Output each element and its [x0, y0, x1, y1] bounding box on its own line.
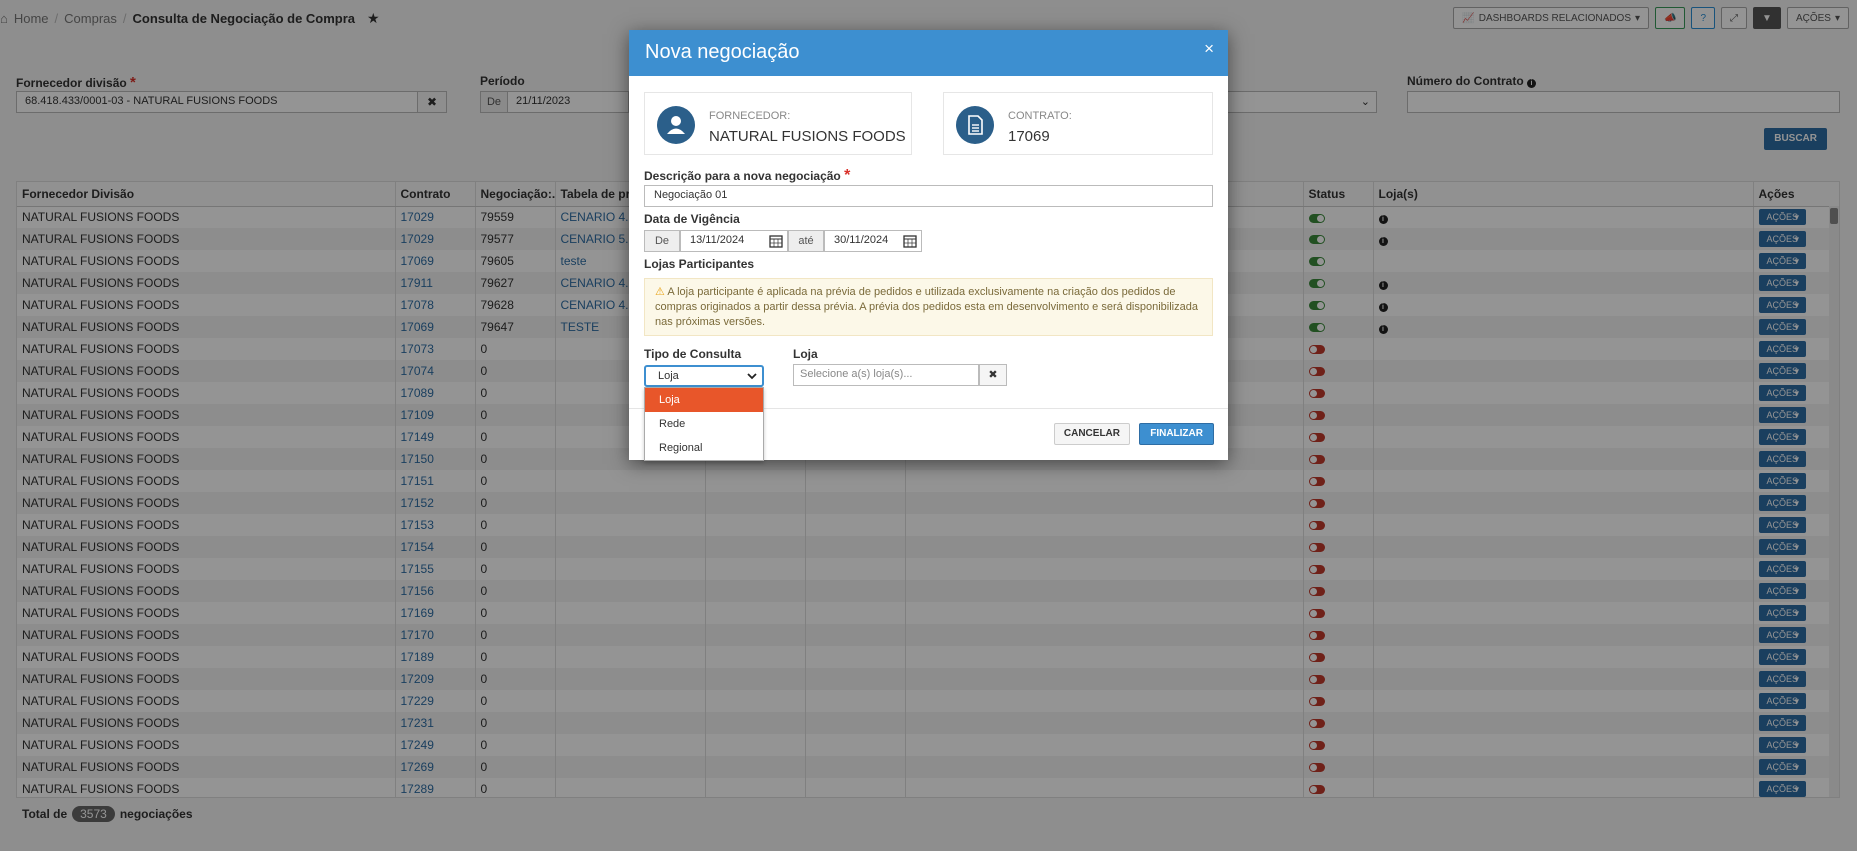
close-icon[interactable]: ×: [1204, 39, 1214, 59]
finalizar-button[interactable]: FINALIZAR: [1139, 423, 1214, 445]
fornecedor-card-value: NATURAL FUSIONS FOODS: [709, 128, 906, 145]
tipo-consulta-dropdown: Loja Rede Regional: [644, 387, 764, 461]
alert-text: A loja participante é aplicada na prévia…: [655, 286, 1198, 328]
fornecedor-card-label: FORNECEDOR:: [709, 110, 791, 122]
loja-input[interactable]: Selecione a(s) loja(s)...: [793, 364, 979, 386]
contrato-card-value: 17069: [1008, 128, 1050, 145]
tipo-consulta-label: Tipo de Consulta: [644, 347, 742, 361]
required-asterisk: *: [844, 167, 851, 184]
fornecedor-card: FORNECEDOR: NATURAL FUSIONS FOODS: [644, 92, 912, 155]
lojas-warning-alert: ⚠ A loja participante é aplicada na prév…: [644, 278, 1213, 336]
loja-label: Loja: [793, 347, 818, 361]
vigencia-inicio-input[interactable]: 13/11/2024: [680, 230, 788, 252]
vigencia-label: Data de Vigência: [644, 212, 740, 226]
vigencia-fim-value: 30/11/2024: [834, 234, 889, 246]
calendar-icon[interactable]: [903, 234, 917, 248]
user-icon: [657, 106, 695, 144]
cancel-button[interactable]: CANCELAR: [1053, 423, 1130, 445]
lojas-participantes-label: Lojas Participantes: [644, 257, 755, 271]
tipo-consulta-selected: Loja: [658, 370, 679, 382]
loja-clear-button[interactable]: ✖: [979, 364, 1007, 386]
descricao-input[interactable]: Negociação 01: [644, 185, 1213, 207]
document-icon: [956, 106, 994, 144]
tipo-option-rede[interactable]: Rede: [645, 412, 763, 436]
vigencia-inicio-value: 13/11/2024: [690, 234, 745, 246]
calendar-icon[interactable]: [769, 234, 783, 248]
vigencia-de-addon: De: [644, 230, 680, 252]
vigencia-ate-addon: até: [788, 230, 824, 252]
chevron-down-icon: [747, 373, 757, 380]
contrato-card: CONTRATO: 17069: [943, 92, 1213, 155]
warning-icon: ⚠: [655, 286, 665, 298]
descricao-label-text: Descrição para a nova negociação: [644, 169, 841, 183]
nova-negociacao-modal: Nova negociação × FORNECEDOR: NATURAL FU…: [629, 30, 1228, 461]
modal-title: Nova negociação: [645, 41, 800, 63]
tipo-consulta-select[interactable]: Loja: [644, 365, 764, 387]
tipo-option-regional[interactable]: Regional: [645, 436, 763, 460]
vigencia-fim-input[interactable]: 30/11/2024: [824, 230, 922, 252]
descricao-label: Descrição para a nova negociação *: [644, 167, 850, 185]
contrato-card-label: CONTRATO:: [1008, 110, 1072, 122]
modal-header: Nova negociação ×: [629, 30, 1228, 76]
tipo-option-loja[interactable]: Loja: [645, 388, 763, 412]
